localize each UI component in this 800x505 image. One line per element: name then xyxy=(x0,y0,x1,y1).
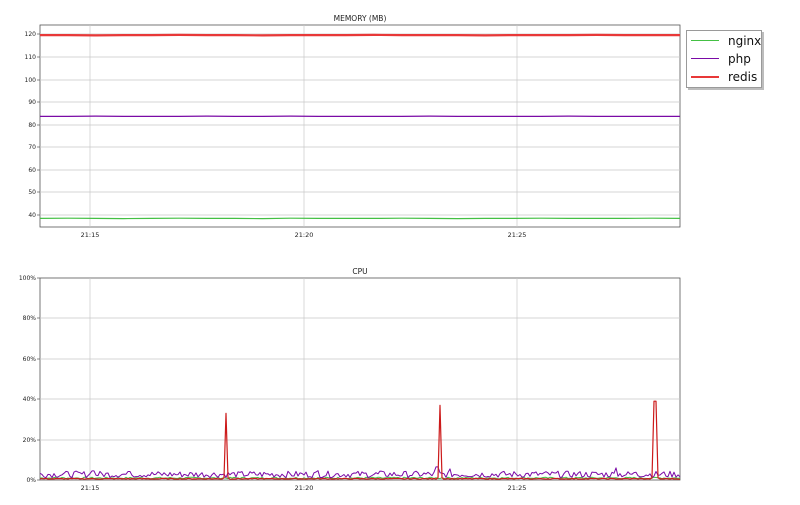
x-tick-label: 21:25 xyxy=(508,484,527,492)
legend-swatch-nginx xyxy=(691,40,719,41)
y-tick-label: 60% xyxy=(23,356,37,363)
y-tick-label: 110 xyxy=(25,54,37,61)
x-tick-label: 21:20 xyxy=(295,484,314,492)
chart-title: MEMORY (MB) xyxy=(334,14,387,23)
legend-swatch-redis xyxy=(691,76,719,78)
chart-panel-1 xyxy=(37,277,681,481)
legend-label-php: php xyxy=(728,52,751,66)
y-tick-label: 120 xyxy=(25,31,37,38)
plot-area xyxy=(39,24,681,228)
y-tick-label: 80 xyxy=(28,122,36,129)
x-tick-label: 21:20 xyxy=(295,231,314,239)
plot-area xyxy=(39,277,681,481)
y-tick-label: 80% xyxy=(23,315,37,322)
x-tick-label: 21:25 xyxy=(508,231,527,239)
y-tick-label: 50 xyxy=(28,189,36,196)
y-tick-label: 60 xyxy=(28,167,36,174)
chart-title: CPU xyxy=(352,267,367,276)
chart-panel-0 xyxy=(37,24,681,228)
y-tick-label: 0% xyxy=(26,477,36,484)
y-tick-label: 20% xyxy=(23,437,37,444)
legend-label-redis: redis xyxy=(728,70,758,84)
y-tick-label: 100 xyxy=(25,77,37,84)
y-tick-label: 40 xyxy=(28,212,36,219)
y-tick-label: 70 xyxy=(28,144,36,151)
y-tick-label: 90 xyxy=(28,99,36,106)
series-line-redis xyxy=(40,33,680,37)
y-tick-label: 40% xyxy=(23,396,37,403)
legend-swatch-php xyxy=(691,58,719,59)
legend-label-nginx: nginx xyxy=(728,34,762,48)
charts-canvas: MEMORY (MB) 40 50 60 70 80 90 100 110 120 21:15 21:… xyxy=(19,14,681,492)
x-tick-label: 21:15 xyxy=(81,484,100,492)
x-tick-label: 21:15 xyxy=(81,231,100,239)
y-tick-label: 100% xyxy=(19,275,36,282)
legend: nginx php redis xyxy=(686,30,762,88)
